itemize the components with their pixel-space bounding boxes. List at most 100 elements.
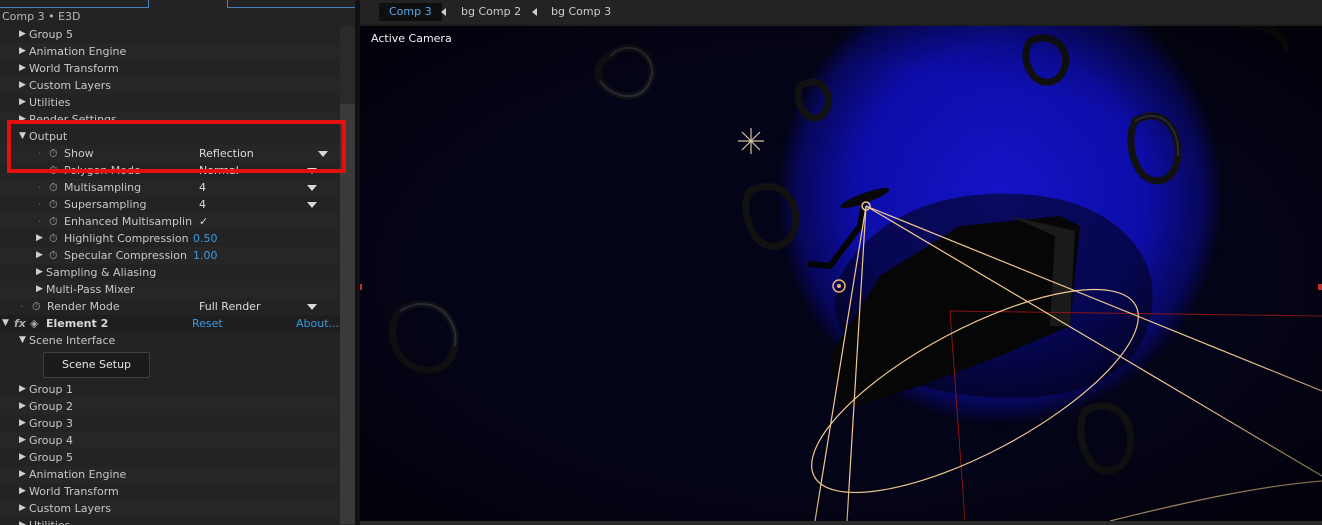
group-row-custom-layers-b[interactable]: ▶ Custom Layers	[0, 500, 340, 517]
group-row-group-1[interactable]: ▶ Group 1	[0, 381, 340, 398]
group-label: Group 4	[29, 434, 73, 447]
param-label: Supersampling	[64, 198, 147, 211]
param-row-render-mode: · ⏱ Render Mode Full Render	[0, 298, 340, 315]
group-label: Custom Layers	[29, 502, 112, 515]
indent-dot: ·	[38, 198, 42, 211]
specular-compression-value[interactable]: 1.00	[193, 247, 218, 264]
group-row-world-transform[interactable]: ▶ World Transform	[0, 60, 340, 77]
group-row-multi-pass-mixer[interactable]: ▶ Multi-Pass Mixer	[0, 281, 340, 298]
group-label: Group 1	[29, 383, 73, 396]
group-row-utilities-b[interactable]: ▶ Utilities	[0, 517, 340, 525]
group-row-group-2[interactable]: ▶ Group 2	[0, 398, 340, 415]
expand-triangle-icon[interactable]: ▶	[36, 230, 45, 247]
group-row-utilities[interactable]: ▶ Utilities	[0, 94, 340, 111]
param-label: Enhanced Multisamplin	[64, 215, 193, 228]
scene-render	[360, 26, 1322, 521]
scene-setup-button[interactable]: Scene Setup	[43, 352, 150, 378]
panel-title: Comp 3 • E3D	[2, 10, 81, 23]
supersampling-dropdown[interactable]: 4	[199, 196, 206, 213]
group-row-group-4[interactable]: ▶ Group 4	[0, 432, 340, 449]
chevron-down-icon[interactable]	[307, 304, 317, 310]
stopwatch-icon[interactable]: ⏱	[49, 179, 58, 196]
comp-tab-bar: Comp 3 bg Comp 2 bg Comp 3	[360, 0, 1322, 24]
effect-controls-panel: Comp 3 • E3D ▶ Group 5 ▶ Animation Engin…	[0, 0, 355, 525]
multisampling-dropdown[interactable]: 4	[199, 179, 206, 196]
stopwatch-icon[interactable]: ⏱	[49, 196, 58, 213]
expand-triangle-icon[interactable]: ▶	[19, 77, 28, 94]
reset-link[interactable]: Reset	[192, 315, 223, 332]
expand-triangle-icon[interactable]: ▶	[19, 517, 28, 525]
tab-comp-3[interactable]: Comp 3	[379, 3, 442, 21]
expand-triangle-icon[interactable]: ▶	[36, 247, 45, 264]
param-row-highlight-compression: ▶ ⏱ Highlight Compression 0.50	[0, 230, 340, 247]
expand-triangle-icon[interactable]: ▶	[19, 415, 28, 432]
chevron-down-icon[interactable]	[307, 202, 317, 208]
expand-triangle-icon[interactable]: ▶	[19, 94, 28, 111]
expand-triangle-icon[interactable]: ▶	[19, 381, 28, 398]
cube-icon: ◈	[30, 317, 39, 330]
group-label: Group 2	[29, 400, 73, 413]
tab-bg-comp-2[interactable]: bg Comp 2	[461, 3, 521, 21]
indent-dot: ·	[38, 215, 42, 228]
expand-triangle-icon[interactable]: ▶	[36, 281, 45, 298]
expand-triangle-icon[interactable]: ▶	[19, 26, 28, 43]
stopwatch-icon[interactable]: ⏱	[49, 230, 58, 247]
expand-triangle-icon[interactable]: ▶	[19, 449, 28, 466]
group-label: Scene Interface	[29, 334, 116, 347]
expand-triangle-icon[interactable]: ▶	[19, 466, 28, 483]
group-label: Group 3	[29, 417, 73, 430]
expand-triangle-icon[interactable]: ▶	[19, 432, 28, 449]
group-label: Group 5	[29, 451, 73, 464]
render-mode-dropdown[interactable]: Full Render	[199, 298, 260, 315]
group-label: Multi-Pass Mixer	[46, 283, 135, 296]
expand-triangle-icon[interactable]: ▶	[19, 60, 28, 77]
chevron-left-icon[interactable]	[532, 8, 537, 16]
param-label: Render Mode	[47, 300, 120, 313]
group-label: World Transform	[29, 485, 119, 498]
panel-tab-strip	[0, 0, 355, 8]
effect-header-element-2[interactable]: ▼ fx ◈ Element 2 Reset About...	[0, 315, 340, 332]
collapse-triangle-icon[interactable]: ▼	[19, 332, 28, 349]
chevron-left-icon[interactable]	[441, 8, 446, 16]
group-row-group-5[interactable]: ▶ Group 5	[0, 26, 340, 43]
expand-triangle-icon[interactable]: ▶	[36, 264, 45, 281]
collapse-triangle-icon[interactable]: ▼	[2, 315, 11, 332]
group-row-group-5b[interactable]: ▶ Group 5	[0, 449, 340, 466]
expand-triangle-icon[interactable]: ▶	[19, 483, 28, 500]
param-row-supersampling: · ⏱ Supersampling 4	[0, 196, 340, 213]
group-label: Sampling & Aliasing	[46, 266, 157, 279]
group-row-animation-engine[interactable]: ▶ Animation Engine	[0, 43, 340, 60]
fx-icon[interactable]: fx	[14, 315, 26, 332]
group-row-custom-layers[interactable]: ▶ Custom Layers	[0, 77, 340, 94]
about-link[interactable]: About...	[296, 315, 339, 332]
tab-bg-comp-3[interactable]: bg Comp 3	[551, 3, 611, 21]
highlight-compression-value[interactable]: 0.50	[193, 230, 218, 247]
param-row-multisampling: · ⏱ Multisampling 4	[0, 179, 340, 196]
stopwatch-icon[interactable]: ⏱	[49, 213, 58, 230]
chevron-down-icon[interactable]	[307, 185, 317, 191]
highlight-box	[7, 120, 346, 173]
expand-triangle-icon[interactable]: ▶	[19, 43, 28, 60]
active-camera-label: Active Camera	[371, 32, 452, 45]
group-row-sampling-aliasing[interactable]: ▶ Sampling & Aliasing	[0, 264, 340, 281]
enhanced-multisampling-checkbox[interactable]: ✓	[199, 213, 208, 230]
composition-viewer[interactable]: Active Camera	[360, 26, 1322, 521]
param-label: Specular Compression	[64, 249, 187, 262]
param-row-enhanced-multisampling: · ⏱ Enhanced Multisamplin ✓	[0, 213, 340, 230]
group-label: Animation Engine	[29, 45, 127, 58]
effect-name: Element 2	[46, 317, 109, 330]
stopwatch-icon[interactable]: ⏱	[49, 247, 58, 264]
group-row-animation-engine-b[interactable]: ▶ Animation Engine	[0, 466, 340, 483]
expand-triangle-icon[interactable]: ▶	[19, 500, 28, 517]
panel-tab-border	[227, 0, 355, 8]
panel-tab-border	[0, 0, 149, 8]
stopwatch-icon[interactable]: ⏱	[32, 298, 41, 315]
group-label: Utilities	[29, 517, 70, 525]
group-label: Group 5	[29, 28, 73, 41]
group-row-group-3[interactable]: ▶ Group 3	[0, 415, 340, 432]
expand-triangle-icon[interactable]: ▶	[19, 398, 28, 415]
group-row-scene-interface[interactable]: ▼ Scene Interface	[0, 332, 340, 349]
param-label: Multisampling	[64, 181, 142, 194]
group-row-world-transform-b[interactable]: ▶ World Transform	[0, 483, 340, 500]
panel-scrollbar[interactable]	[340, 26, 355, 525]
